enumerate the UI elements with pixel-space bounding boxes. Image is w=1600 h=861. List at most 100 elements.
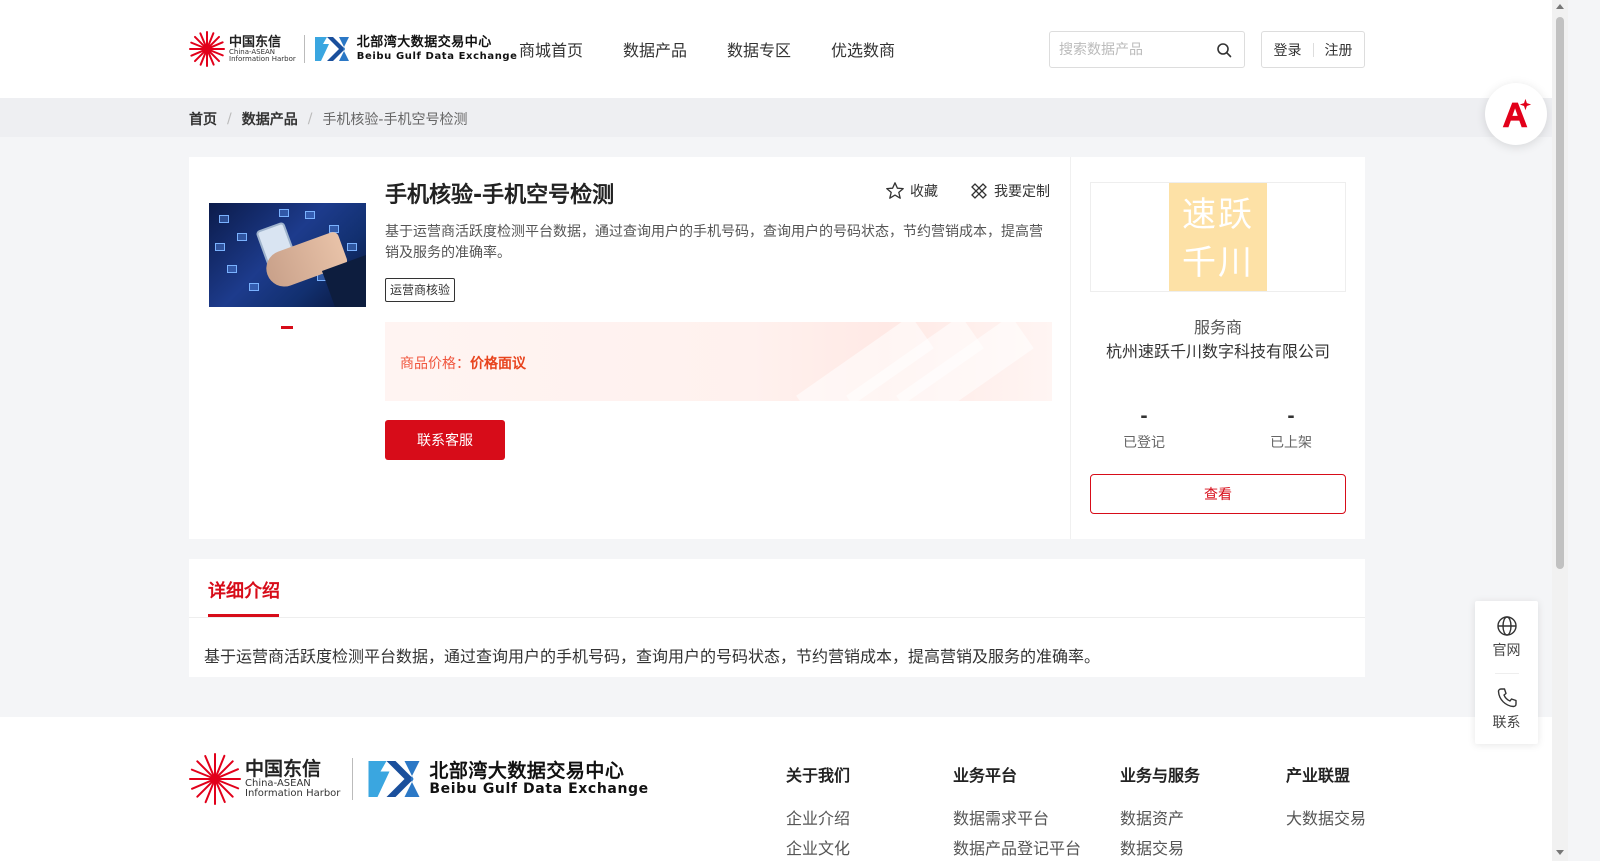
stat-listed-label: 已上架 (1270, 435, 1312, 451)
nav-item-data-zone[interactable]: 数据专区 (727, 37, 791, 61)
nav-item-mall-home[interactable]: 商城首页 (519, 37, 583, 61)
brand-cn-name: 中国东信 (229, 34, 282, 50)
china-asean-burst-icon (189, 31, 225, 67)
beibu-gulf-mark-icon (368, 761, 420, 797)
product-description: 基于运营商活跃度检测平台数据，通过查询用户的手机号码，查询用户的号码状态，节约营… (385, 224, 1043, 261)
footer-brand-bg-en: Beibu Gulf Data Exchange (429, 780, 649, 797)
footer-col-about: 关于我们 企业介绍 企业文化 (786, 762, 850, 861)
scrollbar[interactable] (1552, 0, 1568, 861)
breadcrumb-home[interactable]: 首页 (189, 109, 217, 129)
footer-logo-divider (352, 758, 354, 800)
footer-link[interactable]: 数据产品登记平台 (953, 834, 1081, 861)
provider-logo-line2: 千川 (1182, 243, 1254, 283)
breadcrumb-bar: 首页 / 数据产品 / 手机核验-手机空号检测 (0, 98, 1552, 137)
footer-beibu-gulf-logo: 北部湾大数据交易中心 Beibu Gulf Data Exchange (365, 758, 648, 800)
site-header: 中国东信 China-ASEAN Information Harbor 北部湾大… (0, 0, 1552, 98)
china-asean-burst-icon (189, 753, 241, 805)
tab-detail-intro[interactable]: 详细介绍 (208, 577, 280, 603)
scrollbar-thumb[interactable] (1556, 17, 1564, 569)
customize-icon (971, 183, 987, 199)
footer-col-title: 关于我们 (786, 766, 851, 785)
search-box (1049, 31, 1245, 68)
detail-divider (189, 617, 1365, 618)
footer-col-platform: 业务平台 数据需求平台 数据产品登记平台 (953, 762, 1081, 861)
breadcrumb-separator: / (227, 111, 232, 127)
logo-divider (303, 35, 305, 63)
nav-item-data-products[interactable]: 数据产品 (623, 37, 687, 61)
customize-button[interactable]: 我要定制 (969, 181, 1050, 201)
star-icon (886, 182, 904, 199)
footer-logo[interactable]: 中国东信 China-ASEAN Information Harbor 北部湾大… (189, 753, 649, 805)
stat-registered-value: - (1140, 406, 1148, 427)
footer-brand-cn-sub2: Information Harbor (245, 787, 341, 799)
website-label: 官网 (1492, 643, 1521, 659)
website-button[interactable]: 官网 (1475, 615, 1538, 660)
china-asean-logo: 中国东信 China-ASEAN Information Harbor (189, 31, 296, 67)
contact-float-button[interactable]: 联系 (1475, 687, 1538, 732)
product-card: 手机核验-手机空号检测 收藏 我要定制 基于运营商活跃度检测平台数据，通过查询用… (189, 157, 1365, 539)
contact-service-button[interactable]: 联系客服 (385, 420, 505, 460)
favorite-button[interactable]: 收藏 (885, 181, 938, 201)
contact-float-label: 联系 (1492, 715, 1521, 731)
scroll-up-arrow-icon[interactable] (1556, 4, 1564, 9)
footer-col-services: 业务与服务 数据资产 数据交易 (1120, 762, 1200, 861)
stat-registered-label: 已登记 (1123, 435, 1165, 451)
footer-col-title: 业务平台 (953, 766, 1018, 785)
footer-brand-cn-sub: China-ASEAN (245, 777, 311, 789)
product-image[interactable] (209, 203, 366, 307)
ai-assistant-icon (1502, 98, 1532, 128)
price-box: 商品价格：价格面议 (385, 322, 1052, 401)
phone-icon (1497, 688, 1517, 708)
footer-col-title: 产业联盟 (1286, 766, 1351, 785)
breadcrumb-current: 手机核验-手机空号检测 (322, 112, 468, 128)
site-logo[interactable]: 中国东信 China-ASEAN Information Harbor 北部湾大… (189, 27, 518, 71)
product-tag: 运营商核验 (385, 278, 456, 302)
customize-label: 我要定制 (994, 184, 1050, 200)
main-nav: 商城首页 数据产品 数据专区 优选数商 (519, 37, 935, 61)
price-text: 商品价格：价格面议 (400, 353, 526, 373)
beibu-gulf-logo: 北部湾大数据交易中心 Beibu Gulf Data Exchange (313, 35, 518, 63)
breadcrumb-data-products[interactable]: 数据产品 (242, 109, 298, 129)
favorite-label: 收藏 (910, 184, 938, 200)
ai-assistant-button[interactable] (1485, 83, 1547, 145)
provider-logo-frame[interactable]: 速跃 千川 (1090, 182, 1346, 292)
footer-link[interactable]: 数据需求平台 (953, 804, 1081, 834)
provider-label: 服务商 (1193, 318, 1242, 337)
price-value: 价格面议 (470, 356, 526, 372)
brand-bg-name: 北部湾大数据交易中心 (356, 35, 492, 51)
login-button[interactable]: 登录 (1274, 40, 1302, 60)
footer-col-alliance: 产业联盟 大数据交易 (1286, 762, 1366, 834)
site-footer: 中国东信 China-ASEAN Information Harbor 北部湾大… (0, 717, 1552, 861)
stat-registered: - 已登记 (1099, 406, 1189, 452)
stat-listed: - 已上架 (1246, 406, 1336, 452)
provider-logo-line1: 速跃 (1182, 195, 1254, 235)
footer-link[interactable]: 数据交易 (1120, 834, 1200, 861)
footer-link[interactable]: 企业文化 (786, 834, 850, 861)
provider-name: 杭州速跃千川数字科技有限公司 (1105, 342, 1330, 361)
stat-listed-value: - (1287, 406, 1295, 427)
nav-item-preferred-merchants[interactable]: 优选数商 (831, 37, 895, 61)
search-input[interactable] (1050, 34, 1210, 65)
breadcrumb-separator: / (307, 111, 313, 127)
carousel-indicator[interactable] (281, 326, 293, 329)
footer-link[interactable]: 数据资产 (1120, 804, 1200, 834)
scroll-down-arrow-icon[interactable] (1556, 850, 1564, 855)
brand-bg-en: Beibu Gulf Data Exchange (356, 50, 518, 62)
globe-icon (1496, 616, 1517, 636)
product-title: 手机核验-手机空号检测 (385, 183, 615, 208)
price-label: 商品价格： (400, 356, 470, 372)
card-divider (1070, 157, 1071, 539)
auth-divider (1312, 42, 1314, 57)
view-provider-button[interactable]: 查看 (1090, 474, 1346, 514)
brand-cn-sub2: Information Harbor (229, 54, 296, 63)
footer-brand-bg-name: 北部湾大数据交易中心 (429, 759, 625, 782)
register-button[interactable]: 注册 (1325, 40, 1353, 60)
footer-china-asean-logo: 中国东信 China-ASEAN Information Harbor (189, 753, 340, 805)
footer-link[interactable]: 大数据交易 (1286, 804, 1366, 834)
search-icon[interactable] (1216, 42, 1232, 58)
footer-link[interactable]: 企业介绍 (786, 804, 850, 834)
breadcrumb: 首页 / 数据产品 / 手机核验-手机空号检测 (189, 109, 468, 129)
footer-brand-cn-name: 中国东信 (245, 757, 322, 780)
provider-logo: 速跃 千川 (1169, 183, 1267, 291)
auth-box: 登录 注册 (1261, 31, 1365, 68)
